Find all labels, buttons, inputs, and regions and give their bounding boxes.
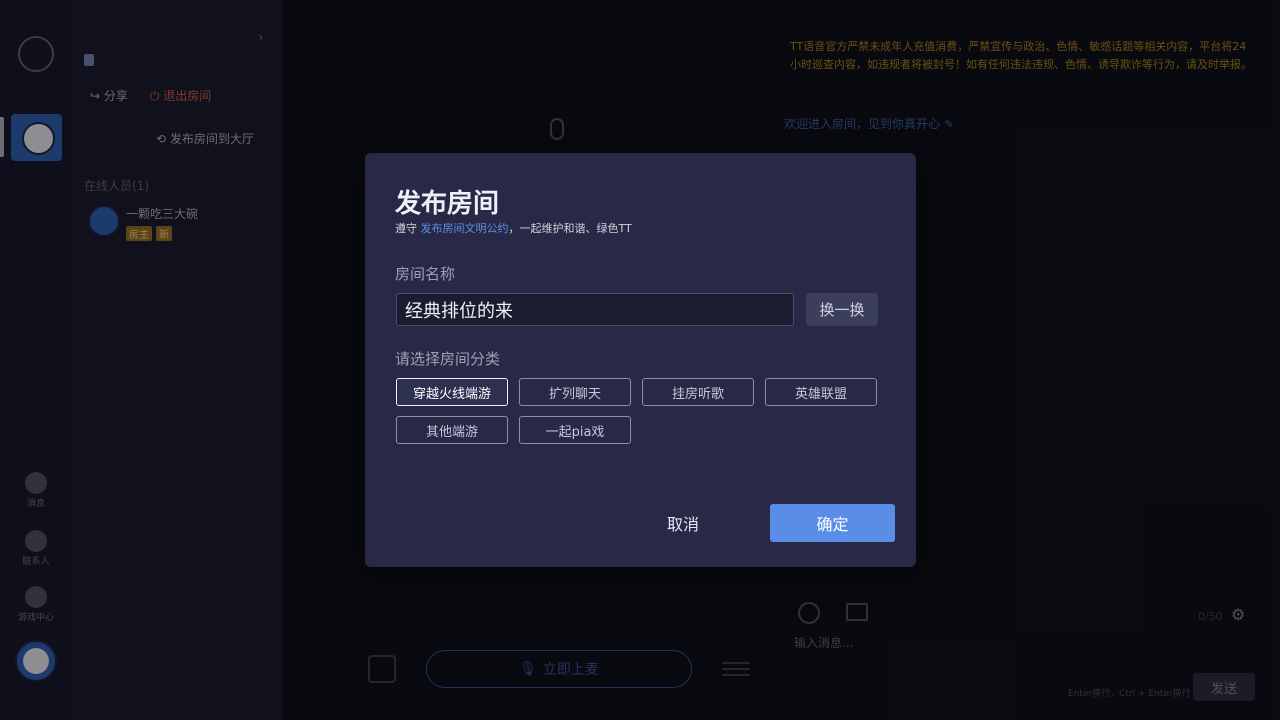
publish-room-dialog: 发布房间 遵守 发布房间文明公约，一起维护和谐、绿色TT 房间名称 换一换 请选… [365, 153, 916, 567]
category-other-games[interactable]: 其他端游 [396, 416, 508, 444]
dialog-title: 发布房间 [395, 189, 500, 219]
category-music[interactable]: 挂房听歌 [642, 378, 754, 406]
room-name-input[interactable] [396, 293, 794, 326]
confirm-button[interactable]: 确定 [770, 504, 895, 542]
category-label: 请选择房间分类 [395, 350, 501, 368]
category-chat[interactable]: 扩列聊天 [519, 378, 631, 406]
rule-link[interactable]: 发布房间文明公约 [421, 222, 509, 235]
room-name-label: 房间名称 [395, 265, 456, 283]
rule-text: 遵守 发布房间文明公约，一起维护和谐、绿色TT [395, 220, 632, 236]
category-pia-drama[interactable]: 一起pia戏 [519, 416, 631, 444]
rule-prefix: 遵守 [395, 222, 421, 235]
category-options: 穿越火线端游 扩列聊天 挂房听歌 英雄联盟 其他端游 一起pia戏 [396, 378, 886, 444]
shuffle-name-button[interactable]: 换一换 [806, 293, 878, 326]
cancel-button[interactable]: 取消 [667, 511, 699, 535]
rule-suffix: ，一起维护和谐、绿色TT [508, 222, 632, 235]
category-crossfire[interactable]: 穿越火线端游 [396, 378, 508, 406]
category-lol[interactable]: 英雄联盟 [765, 378, 877, 406]
